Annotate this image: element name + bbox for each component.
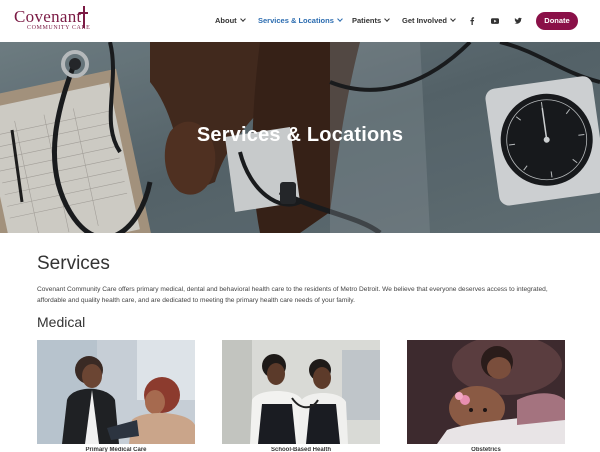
twitter-icon[interactable] [511, 14, 525, 28]
nav-item-about[interactable]: About [215, 14, 246, 28]
chevron-down-icon [239, 16, 246, 22]
service-card-primary-medical[interactable]: Primary Medical Care [37, 340, 195, 452]
facebook-icon[interactable] [465, 14, 479, 28]
medical-heading: Medical [37, 314, 86, 330]
covenant-logo[interactable]: Covenant COMMUNITY CARE [14, 6, 94, 36]
primary-medical-photo[interactable] [37, 340, 195, 444]
hero-banner: Services & Locations [0, 42, 600, 233]
obstetrics-photo[interactable] [407, 340, 565, 444]
services-heading: Services [37, 253, 110, 274]
chevron-down-icon [450, 16, 456, 22]
services-intro-text: Covenant Community Care offers primary m… [37, 286, 548, 304]
page-title: Services & Locations [196, 124, 404, 146]
service-card-school-based[interactable]: School-Based Health [222, 340, 380, 452]
service-card-obstetrics[interactable]: Obstetrics [407, 340, 565, 452]
youtube-icon[interactable] [488, 14, 502, 28]
site-header: Covenant COMMUNITY CARE About Services &… [0, 0, 600, 42]
nav-item-get-involved[interactable]: Get Involved [402, 14, 456, 28]
nav-item-label: Patients [352, 16, 382, 25]
logo-tagline: COMMUNITY CARE [27, 25, 91, 31]
logo-wordmark: Covenant [14, 7, 82, 26]
chevron-down-icon [384, 16, 391, 22]
nav-item-patients[interactable]: Patients [352, 14, 391, 28]
nav-item-services-locations[interactable]: Services & Locations [258, 14, 343, 28]
school-based-photo[interactable] [222, 340, 380, 444]
medical-services-grid: Primary Medical Care School-Based Health… [37, 340, 565, 452]
nav-item-label: About [215, 16, 237, 25]
nav-item-label: Get Involved [402, 16, 448, 25]
nav-item-label: Services & Locations [258, 16, 334, 25]
donate-button[interactable]: Donate [536, 12, 578, 30]
chevron-down-icon [337, 16, 343, 22]
